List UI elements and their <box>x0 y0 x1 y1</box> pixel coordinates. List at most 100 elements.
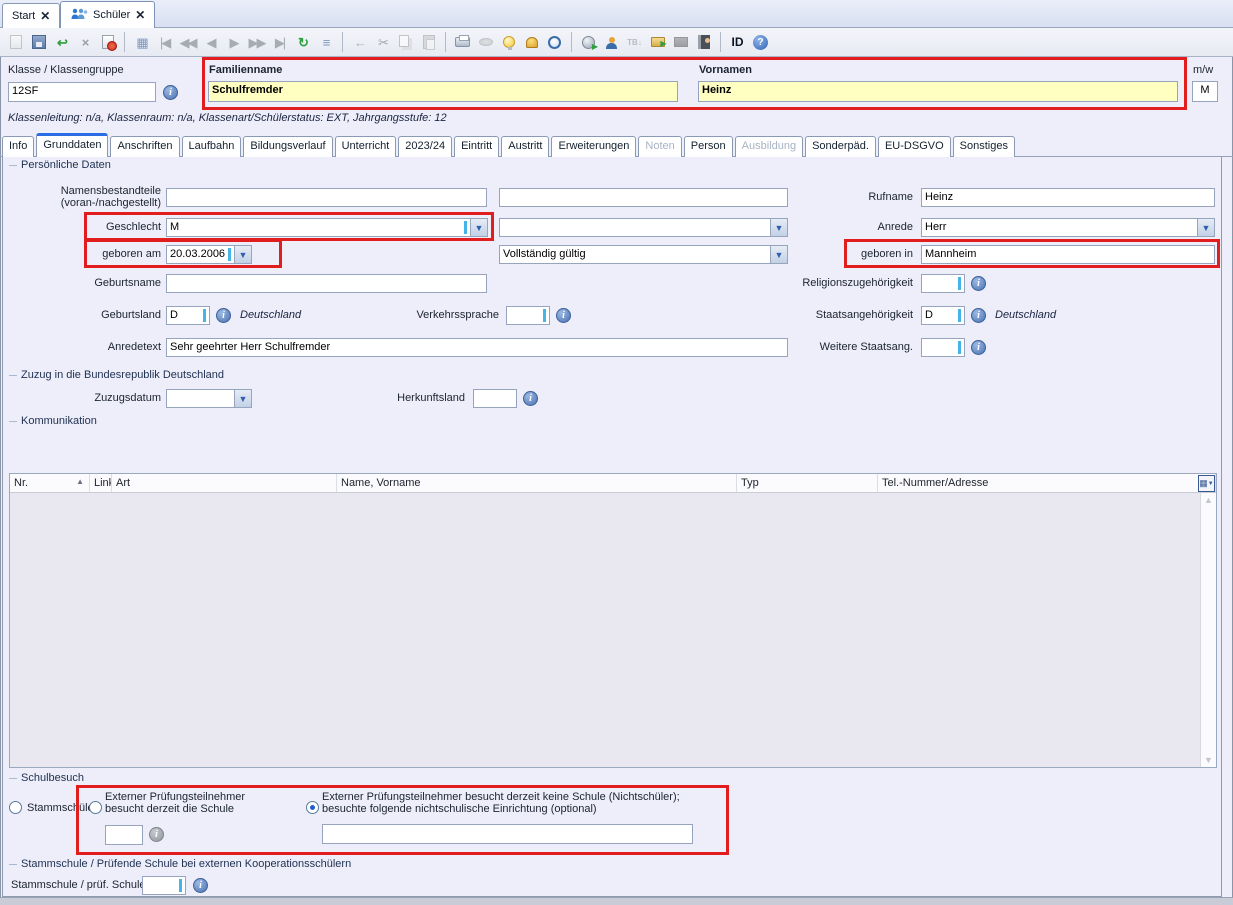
info-icon[interactable]: i <box>971 308 986 323</box>
weitere-staatsang-field[interactable] <box>921 338 965 357</box>
tab-person[interactable]: Person <box>684 136 733 157</box>
tab-austritt[interactable]: Austritt <box>501 136 549 157</box>
close-icon[interactable]: ✕ <box>40 11 50 21</box>
tab-eu-dsgvo[interactable]: EU-DSGVO <box>878 136 951 157</box>
previous-page-icon-glyph: ◀◀ <box>180 36 196 49</box>
column-header-name-vorname[interactable]: Name, Vorname <box>337 474 737 492</box>
religion-field[interactable] <box>921 274 965 293</box>
anrede-combobox[interactable]: Herr ▼ <box>921 218 1215 237</box>
hint-icon[interactable] <box>497 31 520 54</box>
nichtschulische-einrichtung-field[interactable] <box>322 824 693 844</box>
column-header-tel-nummer-adresse[interactable]: Tel.-Nummer/Adresse <box>878 474 1216 492</box>
id-button[interactable]: ID <box>726 31 749 54</box>
record-list-icon[interactable]: ≡ <box>314 31 337 54</box>
table-config-button[interactable]: ▦▼ <box>1198 475 1215 492</box>
table-header-row: Nr.▲LinkArtName, Vorname Typ Tel.-Nummer/A… <box>10 474 1216 493</box>
column-header-nr-[interactable]: Nr.▲ <box>10 474 90 492</box>
scroll-up-icon[interactable]: ▲ <box>1201 495 1216 505</box>
student-register-icon[interactable] <box>692 31 715 54</box>
extern-schule-field[interactable] <box>105 825 143 845</box>
mw-field[interactable]: M <box>1192 81 1218 102</box>
chevron-down-icon[interactable]: ▼ <box>770 219 787 236</box>
discard-changes-icon[interactable] <box>96 31 119 54</box>
anredetext-field[interactable]: Sehr geehrter Herr Schulfremder <box>166 338 788 357</box>
tab-2023-24[interactable]: 2023/24 <box>398 136 452 157</box>
radio-stammschueler[interactable] <box>9 801 22 814</box>
column-label: Typ <box>741 477 759 492</box>
vornamen-field[interactable]: Heinz <box>698 81 1178 102</box>
geschlecht-combobox[interactable]: M ▼ <box>166 218 488 237</box>
tab-grunddaten[interactable]: Grunddaten <box>36 133 108 157</box>
zuzugsdatum-datefield[interactable]: ▼ <box>166 389 252 408</box>
table-scrollbar[interactable]: ▲ ▼ <box>1200 493 1216 767</box>
geschlecht-label: Geschlecht <box>39 221 161 233</box>
doc-tab-start[interactable]: Start ✕ <box>2 3 60 28</box>
namensbestandteile-2-field[interactable] <box>499 188 788 207</box>
geboren-in-field[interactable]: Mannheim <box>921 245 1215 264</box>
tab-sonderpäd-[interactable]: Sonderpäd. <box>805 136 876 157</box>
geschlecht-zusatz-combobox[interactable]: ▼ <box>499 218 788 237</box>
refresh-icon[interactable]: ↻ <box>291 31 314 54</box>
mw-label: m/w <box>1193 64 1213 76</box>
info-icon[interactable]: i <box>193 878 208 893</box>
chevron-down-icon[interactable]: ▼ <box>1197 219 1214 236</box>
cut-icon-glyph: ✂ <box>378 36 387 49</box>
geboren-am-datefield[interactable]: 20.03.2006 ▼ <box>166 245 252 264</box>
save-icon[interactable] <box>27 31 50 54</box>
tab-eintritt[interactable]: Eintritt <box>454 136 499 157</box>
export-icon[interactable] <box>577 31 600 54</box>
student-transfer-icon[interactable] <box>600 31 623 54</box>
undo-icon[interactable]: ↩ <box>50 31 73 54</box>
geburtsland-field[interactable]: D <box>166 306 210 325</box>
klasse-field[interactable]: 12SF <box>8 82 156 102</box>
anrede-label: Anrede <box>803 221 913 233</box>
info-icon[interactable]: i <box>971 276 986 291</box>
close-icon[interactable]: ✕ <box>135 10 145 20</box>
geburtsname-field[interactable] <box>166 274 487 293</box>
info-icon[interactable]: i <box>216 308 231 323</box>
chevron-down-icon[interactable]: ▼ <box>770 246 787 263</box>
tab-laufbahn[interactable]: Laufbahn <box>182 136 242 157</box>
grunddaten-panel: Persönliche Daten Namensbestandteile (vo… <box>2 157 1222 897</box>
gueltigkeit-combobox[interactable]: Vollständig gültig ▼ <box>499 245 788 264</box>
info-icon[interactable]: i <box>523 391 538 406</box>
tab-anschriften[interactable]: Anschriften <box>110 136 179 157</box>
info-icon[interactable]: i <box>556 308 571 323</box>
info-icon[interactable]: i <box>163 85 178 100</box>
navigate-back-icon: ← <box>348 31 371 54</box>
reminder-clock-icon[interactable] <box>543 31 566 54</box>
print-icon-glyph <box>455 37 470 47</box>
chevron-down-icon[interactable]: ▼ <box>234 246 251 263</box>
help-icon[interactable]: ? <box>749 31 772 54</box>
verkehrssprache-field[interactable] <box>506 306 550 325</box>
notification-bell-icon[interactable] <box>520 31 543 54</box>
vornamen-value: Heinz <box>702 84 731 96</box>
staatsangehoerigkeit-field[interactable]: D <box>921 306 965 325</box>
tab-sonstiges[interactable]: Sonstiges <box>953 136 1015 157</box>
info-icon[interactable]: i <box>971 340 986 355</box>
herkunftsland-field[interactable] <box>473 389 517 408</box>
radio-nichtschueler[interactable] <box>306 801 319 814</box>
tab-bildungsverlauf[interactable]: Bildungsverlauf <box>243 136 332 157</box>
column-header-link[interactable]: Link <box>90 474 112 492</box>
stammschule-field[interactable] <box>142 876 186 895</box>
chevron-down-icon[interactable]: ▼ <box>234 390 251 407</box>
column-header-art[interactable]: Art <box>112 474 337 492</box>
toolbar-separator <box>342 32 343 52</box>
edit-record-icon[interactable]: ▦ <box>130 31 153 54</box>
familienname-value: Schulfremder <box>212 84 283 96</box>
chevron-down-icon[interactable]: ▼ <box>470 219 487 236</box>
doc-tab-schueler[interactable]: Schüler ✕ <box>60 1 155 28</box>
tab-info[interactable]: Info <box>2 136 34 157</box>
rufname-field[interactable]: Heinz <box>921 188 1215 207</box>
edit-record-icon-glyph: ▦ <box>136 36 146 49</box>
familienname-field[interactable]: Schulfremder <box>208 81 678 102</box>
namensbestandteile-1-field[interactable] <box>166 188 487 207</box>
print-icon[interactable] <box>451 31 474 54</box>
column-header-typ[interactable]: Typ <box>737 474 878 492</box>
tab-unterricht[interactable]: Unterricht <box>335 136 397 157</box>
radio-extern-besucht-schule[interactable] <box>89 801 102 814</box>
tab-erweiterungen[interactable]: Erweiterungen <box>551 136 636 157</box>
folder-export-icon[interactable] <box>646 31 669 54</box>
scroll-down-icon[interactable]: ▼ <box>1201 755 1216 765</box>
